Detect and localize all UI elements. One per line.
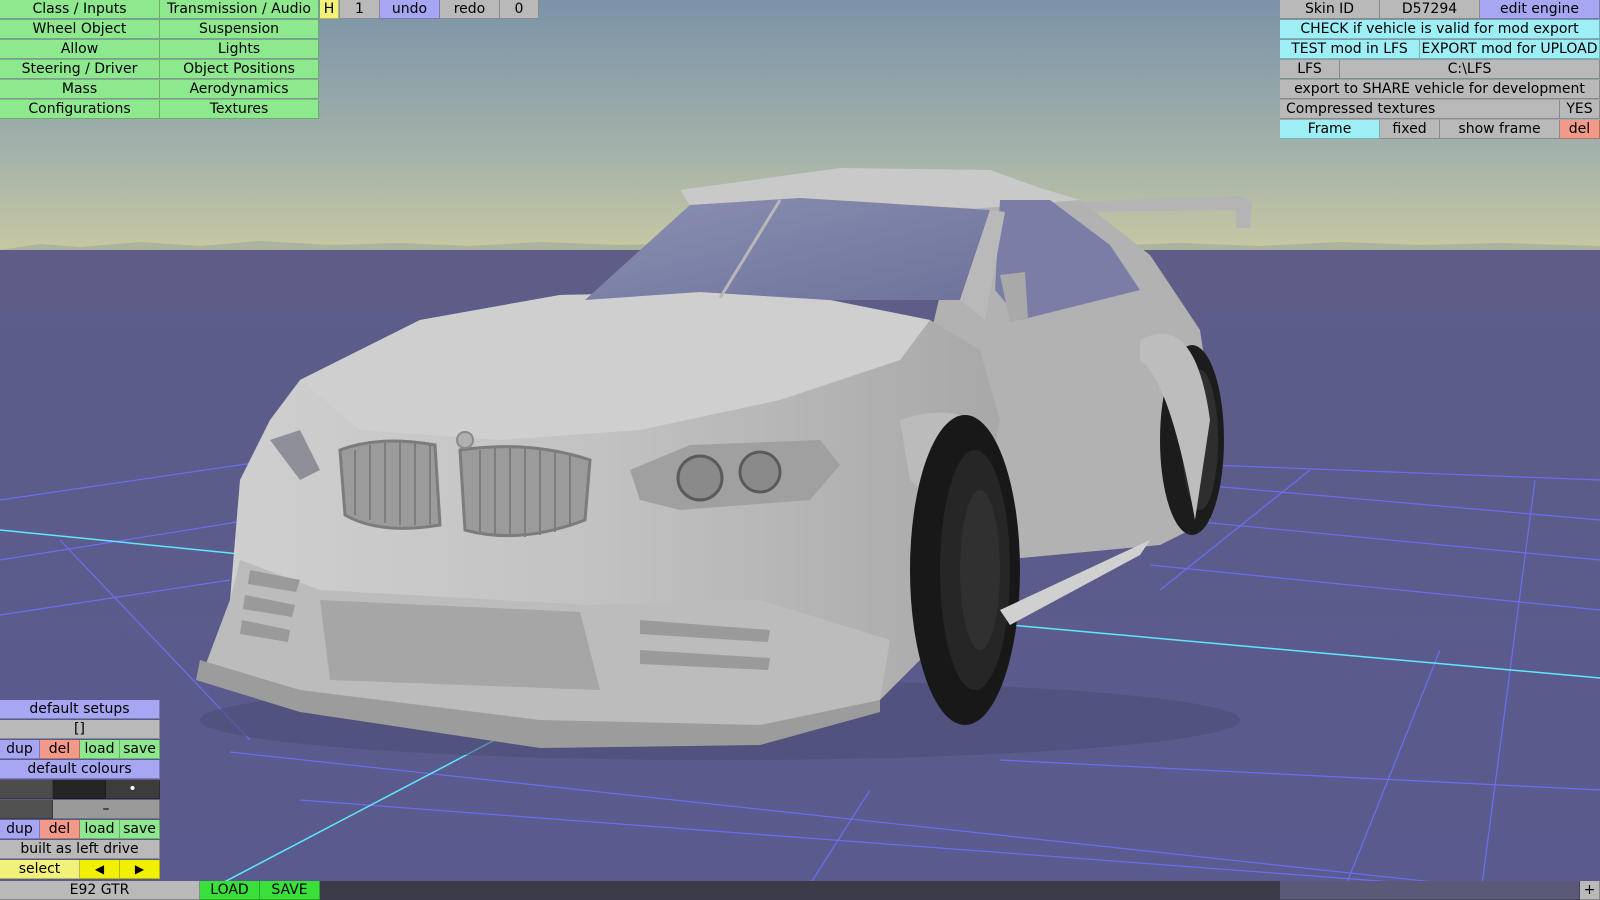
- colour-swatch-5[interactable]: –: [53, 800, 160, 819]
- colour-dup-button[interactable]: dup: [0, 820, 40, 839]
- menu-transmission-audio[interactable]: Transmission / Audio: [160, 0, 319, 19]
- frame-button[interactable]: Frame: [1280, 120, 1380, 139]
- compressed-textures-toggle[interactable]: YES: [1560, 100, 1600, 119]
- redo-button[interactable]: redo: [440, 0, 500, 19]
- check-valid-button[interactable]: CHECK if vehicle is valid for mod export: [1280, 20, 1600, 39]
- menu-lights[interactable]: Lights: [160, 40, 319, 59]
- menu-steering-driver[interactable]: Steering / Driver: [0, 60, 160, 79]
- menu-class-inputs[interactable]: Class / Inputs: [0, 0, 160, 19]
- colour-save-button[interactable]: save: [120, 820, 160, 839]
- export-share-button[interactable]: export to SHARE vehicle for development: [1280, 80, 1600, 99]
- menu-wheel-object[interactable]: Wheel Object: [0, 20, 160, 39]
- colour-swatch-3[interactable]: •: [106, 780, 160, 799]
- default-colours-button[interactable]: default colours: [0, 760, 160, 779]
- setup-load-button[interactable]: load: [80, 740, 120, 759]
- built-as-left-drive-toggle[interactable]: built as left drive: [0, 840, 160, 859]
- setup-save-button[interactable]: save: [120, 740, 160, 759]
- default-setups-button[interactable]: default setups: [0, 700, 160, 719]
- compressed-textures-label: Compressed textures: [1280, 100, 1560, 119]
- redo-count: 0: [500, 0, 539, 19]
- undo-count: 1: [340, 0, 380, 19]
- next-arrow-button[interactable]: ▶: [120, 860, 160, 879]
- prev-arrow-button[interactable]: ◀: [80, 860, 120, 879]
- lfs-path-field[interactable]: C:\LFS: [1340, 60, 1600, 79]
- colour-swatch-1[interactable]: [0, 780, 53, 799]
- menu-configurations[interactable]: Configurations: [0, 100, 160, 119]
- colour-swatch-2[interactable]: [53, 780, 106, 799]
- status-bar-right-panel: [1280, 881, 1580, 900]
- show-frame-button[interactable]: show frame: [1440, 120, 1560, 139]
- expand-plus-button[interactable]: +: [1580, 881, 1600, 900]
- skin-id-field[interactable]: D57294: [1380, 0, 1480, 19]
- setup-dup-button[interactable]: dup: [0, 740, 40, 759]
- lfs-label: LFS: [1280, 60, 1340, 79]
- fixed-button[interactable]: fixed: [1380, 120, 1440, 139]
- menu-aerodynamics[interactable]: Aerodynamics: [160, 80, 319, 99]
- frame-del-button[interactable]: del: [1560, 120, 1600, 139]
- h-toggle-button[interactable]: H: [320, 0, 339, 19]
- menu-suspension[interactable]: Suspension: [160, 20, 319, 39]
- setup-selector[interactable]: []: [0, 720, 160, 739]
- test-mod-button[interactable]: TEST mod in LFS: [1280, 40, 1420, 59]
- undo-button[interactable]: undo: [380, 0, 440, 19]
- menu-textures[interactable]: Textures: [160, 100, 319, 119]
- edit-engine-button[interactable]: edit engine: [1480, 0, 1600, 19]
- colour-load-button[interactable]: load: [80, 820, 120, 839]
- export-mod-button[interactable]: EXPORT mod for UPLOAD: [1420, 40, 1600, 59]
- save-button[interactable]: SAVE: [260, 881, 320, 900]
- vehicle-name-field[interactable]: E92 GTR: [0, 881, 200, 900]
- menu-mass[interactable]: Mass: [0, 80, 160, 99]
- select-button[interactable]: select: [0, 860, 80, 879]
- menu-allow[interactable]: Allow: [0, 40, 160, 59]
- menu-object-positions[interactable]: Object Positions: [160, 60, 319, 79]
- colour-swatch-4[interactable]: [0, 800, 53, 819]
- skin-id-label: Skin ID: [1280, 0, 1380, 19]
- colour-del-button[interactable]: del: [40, 820, 80, 839]
- setup-del-button[interactable]: del: [40, 740, 80, 759]
- load-button[interactable]: LOAD: [200, 881, 260, 900]
